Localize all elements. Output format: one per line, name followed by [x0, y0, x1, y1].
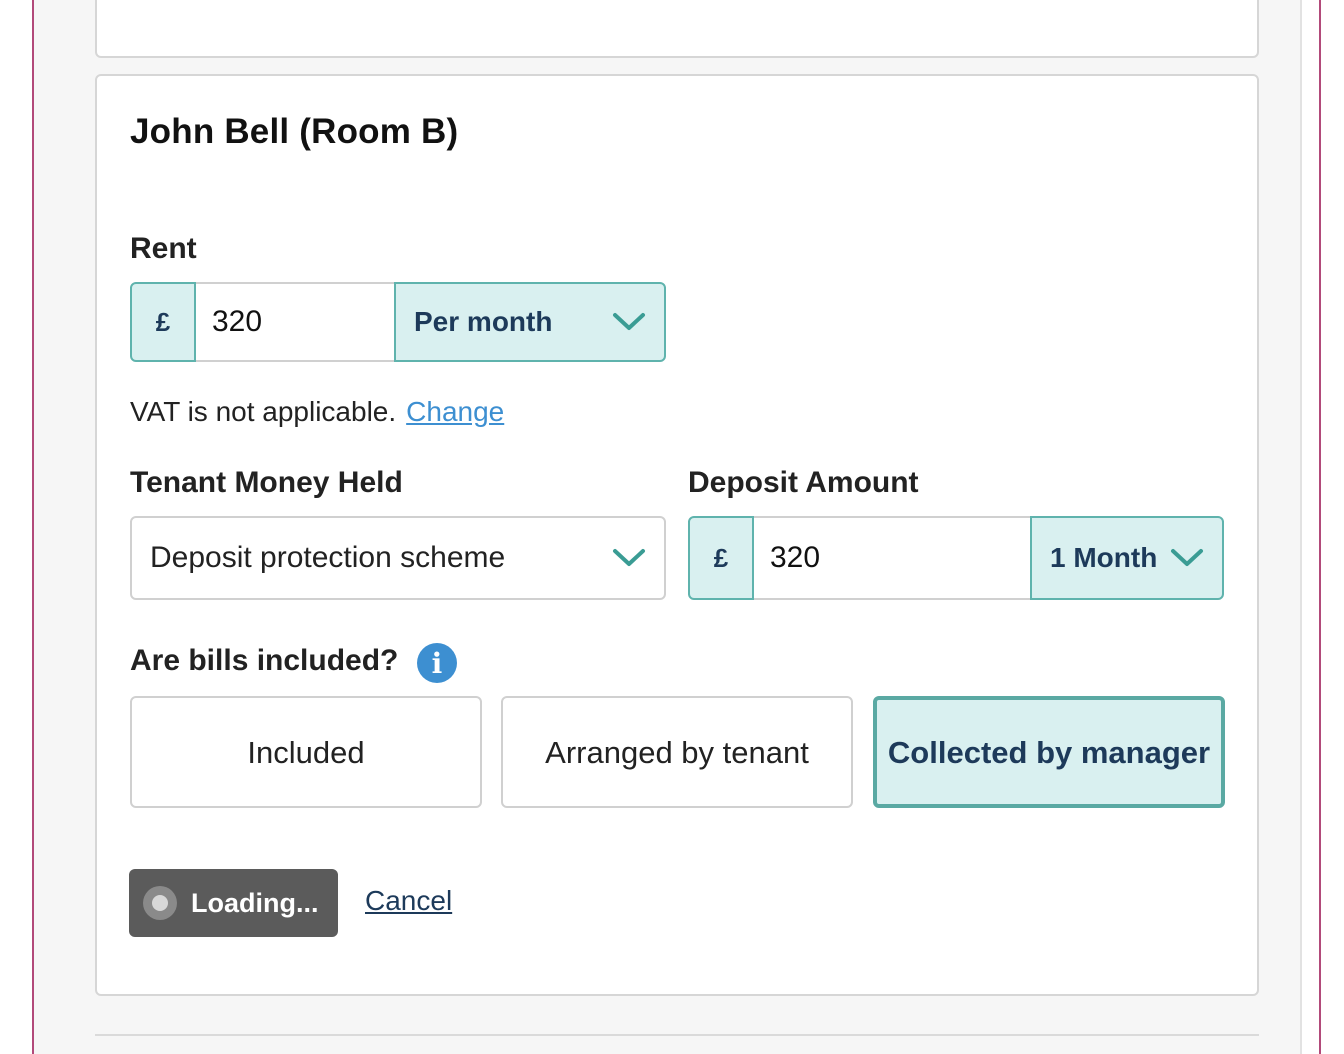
- bills-option-included[interactable]: Included: [130, 696, 482, 808]
- info-icon[interactable]: i: [417, 643, 457, 683]
- rent-currency-addon: £: [130, 282, 196, 362]
- chevron-down-icon: [613, 313, 645, 330]
- save-button[interactable]: Loading...: [129, 869, 338, 937]
- rent-period-value: Per month: [414, 306, 553, 337]
- spinner-icon: [143, 886, 177, 920]
- tenant-title: John Bell (Room B): [130, 112, 459, 151]
- bills-option-arranged-by-tenant[interactable]: Arranged by tenant: [501, 696, 853, 808]
- bills-option-collected-by-manager[interactable]: Collected by manager: [873, 696, 1225, 808]
- deposit-amount-input[interactable]: 320: [754, 516, 1030, 600]
- rent-period-select[interactable]: Per month: [394, 282, 666, 362]
- rent-label: Rent: [130, 232, 197, 265]
- deposit-label: Deposit Amount: [688, 466, 919, 499]
- deposit-currency-addon: £: [688, 516, 754, 600]
- deposit-period-value: 1 Month: [1050, 542, 1158, 573]
- chevron-down-icon: [613, 549, 645, 566]
- vat-row: VAT is not applicable. Change: [130, 396, 504, 428]
- rent-amount-input[interactable]: 320: [196, 282, 394, 362]
- cancel-link[interactable]: Cancel: [365, 885, 452, 917]
- divider: [95, 1034, 1259, 1036]
- bills-label: Are bills included?: [130, 644, 399, 677]
- chevron-down-icon: [1171, 549, 1203, 566]
- previous-tenant-card: [95, 0, 1259, 58]
- vat-text: VAT is not applicable.: [130, 396, 397, 427]
- deposit-input-group: £ 320 1 Month: [688, 516, 1224, 600]
- rent-input-group: £ 320 Per month: [130, 282, 666, 362]
- save-button-label: Loading...: [191, 887, 319, 918]
- tenant-money-value: Deposit protection scheme: [150, 541, 506, 574]
- tenant-money-select[interactable]: Deposit protection scheme: [130, 516, 666, 600]
- frame-edge: [1319, 0, 1321, 1054]
- tenant-money-label: Tenant Money Held: [130, 466, 403, 499]
- vat-change-link[interactable]: Change: [406, 396, 504, 427]
- deposit-period-select[interactable]: 1 Month: [1030, 516, 1224, 600]
